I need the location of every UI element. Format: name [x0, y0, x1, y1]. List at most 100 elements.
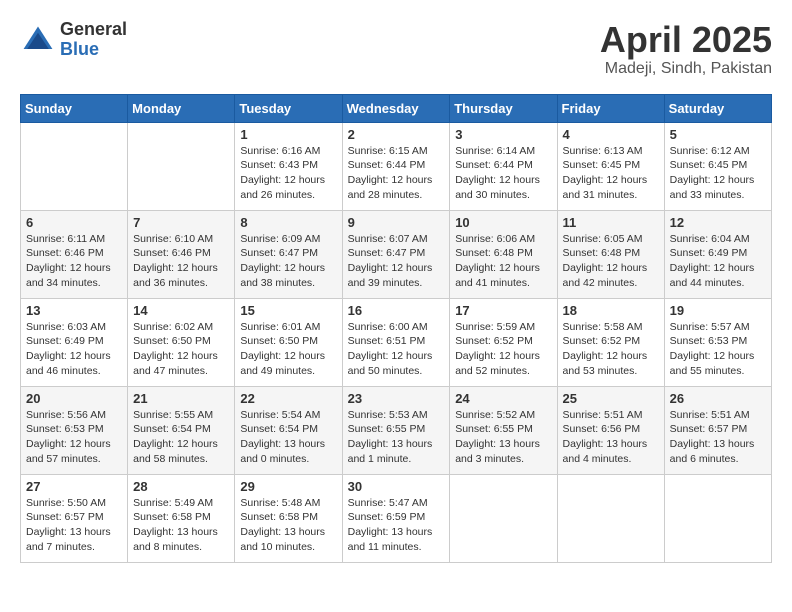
day-info: Sunrise: 5:48 AMSunset: 6:58 PMDaylight:… [240, 496, 336, 555]
logo-icon [20, 22, 56, 58]
logo-blue: Blue [60, 40, 127, 60]
col-tuesday: Tuesday [235, 94, 342, 122]
calendar-cell: 4 Sunrise: 6:13 AMSunset: 6:45 PMDaylight… [557, 122, 664, 210]
calendar-week-5: 27 Sunrise: 5:50 AMSunset: 6:57 PMDayligh… [21, 474, 772, 562]
calendar-week-2: 6 Sunrise: 6:11 AMSunset: 6:46 PMDaylight… [21, 210, 772, 298]
col-monday: Monday [128, 94, 235, 122]
day-info: Sunrise: 6:05 AMSunset: 6:48 PMDaylight:… [563, 232, 659, 291]
day-number: 26 [670, 391, 766, 406]
day-info: Sunrise: 6:06 AMSunset: 6:48 PMDaylight:… [455, 232, 551, 291]
day-number: 30 [348, 479, 445, 494]
day-info: Sunrise: 5:59 AMSunset: 6:52 PMDaylight:… [455, 320, 551, 379]
day-info: Sunrise: 6:11 AMSunset: 6:46 PMDaylight:… [26, 232, 122, 291]
day-number: 5 [670, 127, 766, 142]
day-number: 6 [26, 215, 122, 230]
col-sunday: Sunday [21, 94, 128, 122]
day-number: 9 [348, 215, 445, 230]
title-block: April 2025 Madeji, Sindh, Pakistan [600, 20, 772, 78]
header-row: Sunday Monday Tuesday Wednesday Thursday… [21, 94, 772, 122]
calendar-cell: 29 Sunrise: 5:48 AMSunset: 6:58 PMDayligh… [235, 474, 342, 562]
calendar-cell: 15 Sunrise: 6:01 AMSunset: 6:50 PMDayligh… [235, 298, 342, 386]
calendar-cell: 2 Sunrise: 6:15 AMSunset: 6:44 PMDaylight… [342, 122, 450, 210]
day-number: 19 [670, 303, 766, 318]
day-info: Sunrise: 5:51 AMSunset: 6:56 PMDaylight:… [563, 408, 659, 467]
day-info: Sunrise: 5:54 AMSunset: 6:54 PMDaylight:… [240, 408, 336, 467]
day-number: 1 [240, 127, 336, 142]
day-info: Sunrise: 6:09 AMSunset: 6:47 PMDaylight:… [240, 232, 336, 291]
day-info: Sunrise: 5:55 AMSunset: 6:54 PMDaylight:… [133, 408, 229, 467]
calendar-cell [557, 474, 664, 562]
day-number: 27 [26, 479, 122, 494]
calendar-cell: 11 Sunrise: 6:05 AMSunset: 6:48 PMDayligh… [557, 210, 664, 298]
day-number: 3 [455, 127, 551, 142]
col-thursday: Thursday [450, 94, 557, 122]
col-friday: Friday [557, 94, 664, 122]
calendar-table: Sunday Monday Tuesday Wednesday Thursday… [20, 94, 772, 563]
calendar-cell: 20 Sunrise: 5:56 AMSunset: 6:53 PMDayligh… [21, 386, 128, 474]
day-info: Sunrise: 6:13 AMSunset: 6:45 PMDaylight:… [563, 144, 659, 203]
day-info: Sunrise: 6:14 AMSunset: 6:44 PMDaylight:… [455, 144, 551, 203]
day-info: Sunrise: 6:03 AMSunset: 6:49 PMDaylight:… [26, 320, 122, 379]
day-number: 29 [240, 479, 336, 494]
calendar-cell: 19 Sunrise: 5:57 AMSunset: 6:53 PMDayligh… [664, 298, 771, 386]
day-number: 2 [348, 127, 445, 142]
calendar-cell: 17Sunrise: 5:59 AMSunset: 6:52 PMDayligh… [450, 298, 557, 386]
day-info: Sunrise: 6:16 AMSunset: 6:43 PMDaylight:… [240, 144, 336, 203]
day-number: 11 [563, 215, 659, 230]
calendar-cell [450, 474, 557, 562]
calendar-cell: 18Sunrise: 5:58 AMSunset: 6:52 PMDayligh… [557, 298, 664, 386]
day-number: 12 [670, 215, 766, 230]
calendar-cell: 9 Sunrise: 6:07 AMSunset: 6:47 PMDaylight… [342, 210, 450, 298]
col-wednesday: Wednesday [342, 94, 450, 122]
calendar-week-4: 20 Sunrise: 5:56 AMSunset: 6:53 PMDayligh… [21, 386, 772, 474]
calendar-cell: 26 Sunrise: 5:51 AMSunset: 6:57 PMDayligh… [664, 386, 771, 474]
day-number: 24 [455, 391, 551, 406]
day-info: Sunrise: 5:51 AMSunset: 6:57 PMDaylight:… [670, 408, 766, 467]
location: Madeji, Sindh, Pakistan [600, 60, 772, 78]
day-number: 8 [240, 215, 336, 230]
calendar-cell: 7Sunrise: 6:10 AMSunset: 6:46 PMDaylight… [128, 210, 235, 298]
page-header: General Blue April 2025 Madeji, Sindh, P… [20, 20, 772, 78]
logo-text: General Blue [60, 20, 127, 60]
calendar-cell: 30 Sunrise: 5:47 AMSunset: 6:59 PMDayligh… [342, 474, 450, 562]
day-number: 13 [26, 303, 122, 318]
calendar-cell: 12Sunrise: 6:04 AMSunset: 6:49 PMDayligh… [664, 210, 771, 298]
day-info: Sunrise: 5:50 AMSunset: 6:57 PMDaylight:… [26, 496, 122, 555]
calendar-cell: 1 Sunrise: 6:16 AMSunset: 6:43 PMDaylight… [235, 122, 342, 210]
calendar-cell [664, 474, 771, 562]
calendar-cell [21, 122, 128, 210]
day-info: Sunrise: 6:01 AMSunset: 6:50 PMDaylight:… [240, 320, 336, 379]
day-info: Sunrise: 5:56 AMSunset: 6:53 PMDaylight:… [26, 408, 122, 467]
calendar-cell: 5Sunrise: 6:12 AMSunset: 6:45 PMDaylight… [664, 122, 771, 210]
day-number: 18 [563, 303, 659, 318]
day-number: 16 [348, 303, 445, 318]
month-title: April 2025 [600, 20, 772, 60]
day-number: 14 [133, 303, 229, 318]
day-info: Sunrise: 5:57 AMSunset: 6:53 PMDaylight:… [670, 320, 766, 379]
logo-general: General [60, 20, 127, 40]
calendar-cell [128, 122, 235, 210]
logo: General Blue [20, 20, 127, 60]
day-info: Sunrise: 6:02 AMSunset: 6:50 PMDaylight:… [133, 320, 229, 379]
calendar-cell: 23Sunrise: 5:53 AMSunset: 6:55 PMDayligh… [342, 386, 450, 474]
calendar-week-1: 1 Sunrise: 6:16 AMSunset: 6:43 PMDaylight… [21, 122, 772, 210]
day-info: Sunrise: 5:47 AMSunset: 6:59 PMDaylight:… [348, 496, 445, 555]
calendar-cell: 16 Sunrise: 6:00 AMSunset: 6:51 PMDayligh… [342, 298, 450, 386]
day-info: Sunrise: 6:15 AMSunset: 6:44 PMDaylight:… [348, 144, 445, 203]
day-info: Sunrise: 6:07 AMSunset: 6:47 PMDaylight:… [348, 232, 445, 291]
day-info: Sunrise: 5:52 AMSunset: 6:55 PMDaylight:… [455, 408, 551, 467]
day-info: Sunrise: 6:00 AMSunset: 6:51 PMDaylight:… [348, 320, 445, 379]
day-info: Sunrise: 5:53 AMSunset: 6:55 PMDaylight:… [348, 408, 445, 467]
calendar-cell: 21Sunrise: 5:55 AMSunset: 6:54 PMDayligh… [128, 386, 235, 474]
calendar-week-3: 13 Sunrise: 6:03 AMSunset: 6:49 PMDayligh… [21, 298, 772, 386]
calendar-cell: 8 Sunrise: 6:09 AMSunset: 6:47 PMDaylight… [235, 210, 342, 298]
day-number: 20 [26, 391, 122, 406]
calendar-cell: 22 Sunrise: 5:54 AMSunset: 6:54 PMDayligh… [235, 386, 342, 474]
calendar-cell: 13 Sunrise: 6:03 AMSunset: 6:49 PMDayligh… [21, 298, 128, 386]
day-number: 4 [563, 127, 659, 142]
calendar-cell: 27 Sunrise: 5:50 AMSunset: 6:57 PMDayligh… [21, 474, 128, 562]
calendar-cell: 25Sunrise: 5:51 AMSunset: 6:56 PMDayligh… [557, 386, 664, 474]
day-number: 22 [240, 391, 336, 406]
day-number: 15 [240, 303, 336, 318]
calendar-cell: 24 Sunrise: 5:52 AMSunset: 6:55 PMDayligh… [450, 386, 557, 474]
